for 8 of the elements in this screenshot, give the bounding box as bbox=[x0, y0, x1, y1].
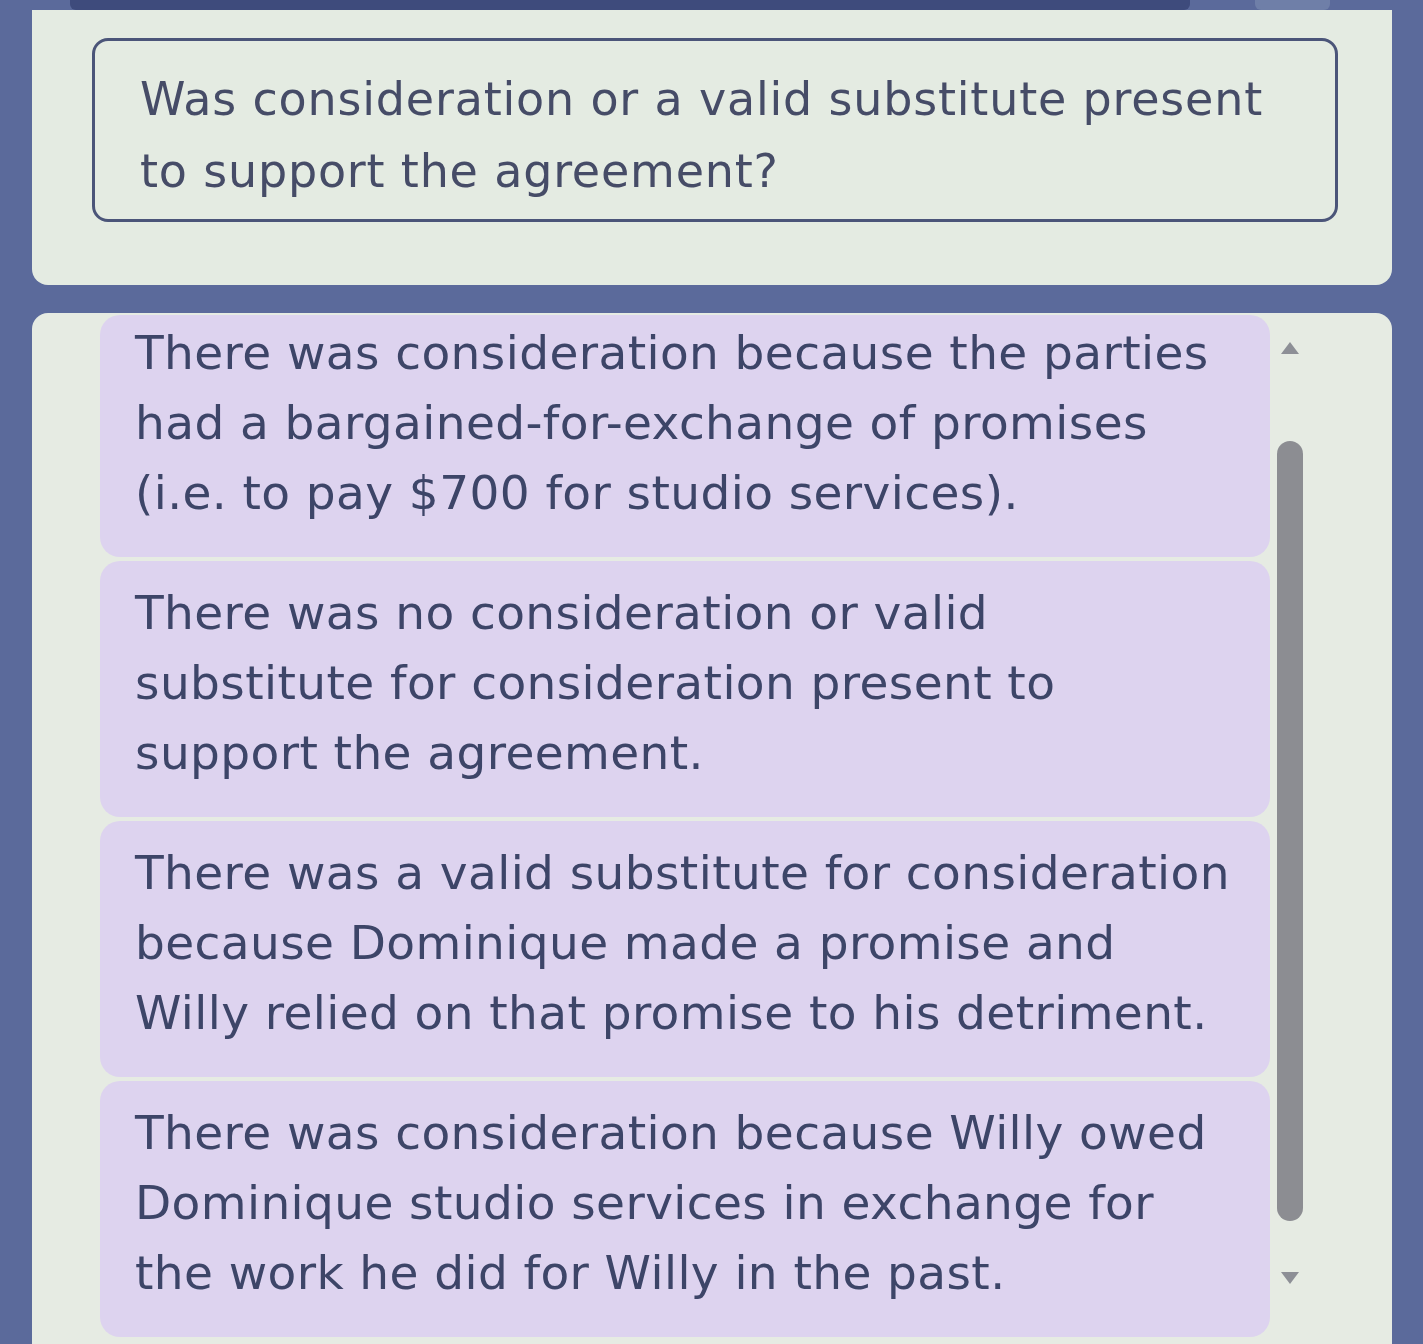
scrollbar-thumb[interactable] bbox=[1277, 441, 1303, 1221]
answer-option[interactable]: There was no consideration or valid substitute for consideration present to support the agreement. bbox=[100, 561, 1270, 817]
scroll-down-icon[interactable] bbox=[1280, 1271, 1300, 1285]
scroll-up-icon[interactable] bbox=[1280, 341, 1300, 355]
question-text: Was consideration or a valid substitute present to support the agreement? bbox=[140, 71, 1264, 200]
answer-option[interactable]: There was a valid substitute for consideration because Dominique made a promise and Willy relied on that promise to his detriment. bbox=[100, 821, 1270, 1077]
answer-option[interactable]: There was consideration because Willy owed Dominique studio services in exchange for the work he did for Willy in the past. bbox=[100, 1081, 1270, 1337]
answer-option[interactable]: There was consideration because the parties had a bargained-for-exchange of promises (i.e. to pay $700 for studio services). bbox=[100, 315, 1270, 557]
